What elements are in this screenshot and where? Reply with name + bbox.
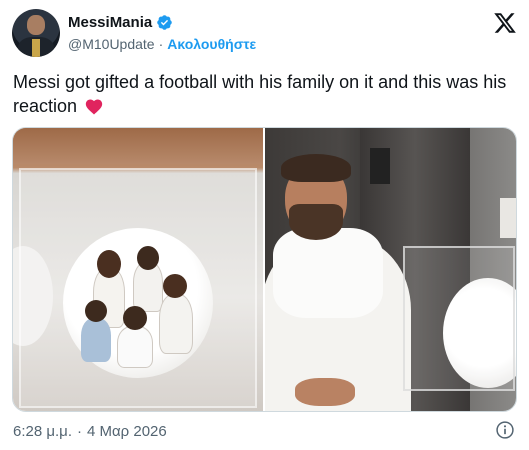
tweet-card: MessiMania @M10Update · Ακολουθήστε Mess… [0,0,529,450]
photo-reaction[interactable] [265,128,516,411]
photo-ball-family[interactable] [13,128,263,411]
author-info: MessiMania @M10Update · Ακολουθήστε [68,12,256,54]
elevator-panel [370,148,390,184]
person-hand [295,378,355,406]
handle-separator: · [158,36,164,52]
tweet-footer: 6:28 μ.μ. · 4 Μαρ 2026 [13,420,517,442]
tweet-date[interactable]: 4 Μαρ 2026 [87,423,167,440]
footer-separator: · [76,422,82,440]
figure-boy-2 [117,326,153,368]
media-grid[interactable] [12,127,517,412]
red-heart-icon [85,99,103,115]
follow-button[interactable]: Ακολουθήστε [167,36,256,52]
figure-boy-3 [159,294,193,354]
wooden-shelf [13,128,263,164]
figure-boy-1 [81,318,111,362]
tweet-text: Messi got gifted a football with his fam… [13,70,518,118]
figure-boy-3-head [163,274,187,298]
tweet-header: MessiMania @M10Update · Ακολουθήστε [12,9,517,61]
figure-man-head [137,246,159,270]
x-logo-icon[interactable] [493,11,517,35]
figure-boy-1-head [85,300,107,322]
person-hair [281,154,351,182]
info-icon[interactable] [495,420,515,440]
family-football [63,228,213,378]
display-name-row: MessiMania [68,12,256,32]
glass-box [403,246,515,391]
avatar-face [27,15,45,35]
display-name[interactable]: MessiMania [68,14,152,31]
tweet-time[interactable]: 6:28 μ.μ. [13,423,72,440]
wall-sign [500,198,516,238]
handle-row: @M10Update · Ακολουθήστε [68,34,256,54]
person-beard [289,204,343,240]
verified-badge-icon [157,14,172,30]
avatar-stripe [32,39,40,57]
towel [273,228,383,318]
figure-woman-head [97,250,121,278]
figure-boy-2-head [123,306,147,330]
author-handle[interactable]: @M10Update [68,36,155,52]
avatar[interactable] [12,9,60,57]
